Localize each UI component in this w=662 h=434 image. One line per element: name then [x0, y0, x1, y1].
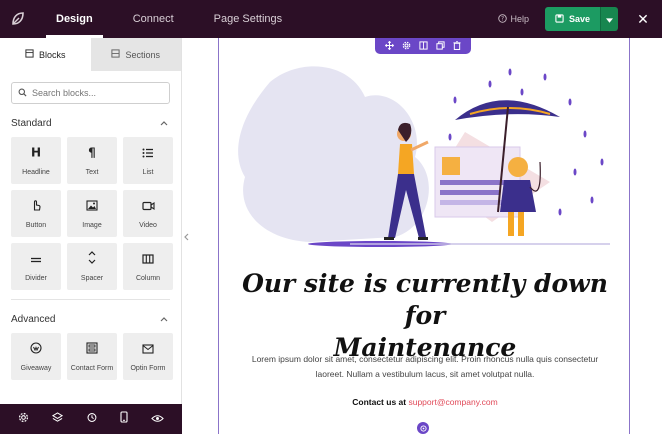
block-label: Headline: [22, 169, 50, 176]
chevron-up-icon: [160, 118, 168, 129]
block-label: Giveaway: [20, 365, 52, 372]
mobile-icon[interactable]: [120, 410, 128, 428]
floppy-disk-icon: [555, 13, 564, 25]
blocks-sidebar: Blocks Sections Standard H Headline ¶ Te…: [0, 38, 182, 434]
paragraph-icon: ¶: [86, 145, 98, 163]
contact-email-link[interactable]: support@company.com: [408, 397, 497, 407]
pointer-icon: [30, 198, 42, 216]
page-canvas: Our site is currently down for Maintenan…: [190, 38, 662, 434]
block-label: Image: [82, 222, 102, 229]
block-label: Button: [25, 222, 47, 229]
search-input[interactable]: [32, 88, 169, 98]
tab-blocks-label: Blocks: [38, 49, 66, 60]
block-divider[interactable]: Divider: [11, 243, 61, 290]
search-icon: [18, 84, 27, 102]
section-toolbar: [375, 38, 471, 54]
column-icon: [142, 251, 154, 269]
eye-icon[interactable]: [151, 410, 165, 428]
block-giveaway[interactable]: Giveaway: [11, 333, 61, 380]
seedprod-logo-icon[interactable]: [0, 0, 36, 38]
tab-page-settings[interactable]: Page Settings: [194, 0, 303, 38]
block-video[interactable]: Video: [123, 190, 173, 237]
contact-form-icon: [86, 341, 98, 359]
standard-section-title: Standard: [11, 117, 52, 129]
save-label: Save: [568, 14, 590, 24]
block-label: List: [142, 169, 154, 176]
tab-blocks[interactable]: Blocks: [0, 38, 91, 71]
page-headline[interactable]: Our site is currently down for Maintenan…: [230, 268, 620, 364]
gear-icon[interactable]: [402, 37, 411, 55]
collapse-sidebar-handle[interactable]: [182, 228, 190, 248]
block-label: Text: [85, 169, 99, 176]
top-bar: Design Connect Page Settings ? Help Save…: [0, 0, 662, 38]
search-box: [11, 82, 170, 104]
list-icon: [142, 145, 154, 163]
standard-section-header[interactable]: Standard: [0, 109, 181, 137]
block-text[interactable]: ¶ Text: [67, 137, 117, 184]
sidebar-tabs: Blocks Sections: [0, 38, 181, 71]
block-label: Contact Form: [70, 365, 114, 372]
save-options-dropdown[interactable]: [600, 7, 618, 31]
contact-label: Contact us at: [352, 397, 407, 407]
gear-icon[interactable]: [18, 410, 29, 428]
block-label: Column: [135, 275, 161, 282]
close-icon[interactable]: ✕: [632, 11, 654, 28]
plus-circle-icon: [419, 419, 427, 434]
duplicate-icon[interactable]: [436, 37, 445, 55]
trash-icon[interactable]: [453, 37, 461, 55]
block-image[interactable]: Image: [67, 190, 117, 237]
move-icon[interactable]: [384, 37, 395, 55]
sidebar-footer: [0, 404, 182, 434]
envelope-icon: [142, 341, 154, 359]
help-link[interactable]: ? Help: [498, 13, 529, 25]
help-label: Help: [510, 14, 529, 24]
page-body-text[interactable]: Lorem ipsum dolor sit amet, consectetur …: [240, 352, 610, 382]
caret-down-icon: [606, 10, 613, 28]
tab-sections-label: Sections: [125, 49, 161, 60]
divider-icon: [30, 251, 42, 269]
giveaway-icon: [30, 341, 42, 359]
block-contact-form[interactable]: Contact Form: [67, 333, 117, 380]
chevron-up-icon: [160, 314, 168, 325]
question-circle-icon: ?: [498, 13, 508, 25]
block-label: Spacer: [80, 275, 104, 282]
block-list[interactable]: List: [123, 137, 173, 184]
sections-icon: [111, 49, 121, 60]
block-label: Video: [139, 222, 157, 229]
block-button[interactable]: Button: [11, 190, 61, 237]
add-section-handle[interactable]: [417, 422, 429, 434]
block-column[interactable]: Column: [123, 243, 173, 290]
chevron-left-icon: [183, 233, 189, 243]
tab-design[interactable]: Design: [36, 0, 113, 38]
tab-connect[interactable]: Connect: [113, 0, 194, 38]
save-button[interactable]: Save: [544, 7, 600, 31]
tab-sections[interactable]: Sections: [90, 38, 181, 71]
advanced-section-title: Advanced: [11, 313, 56, 325]
maintenance-illustration: [238, 66, 610, 247]
block-label: Divider: [25, 275, 47, 282]
block-spacer[interactable]: Spacer: [67, 243, 117, 290]
columns-icon[interactable]: [419, 37, 428, 55]
block-optin-form[interactable]: Optin Form: [123, 333, 173, 380]
image-icon: [86, 198, 98, 216]
standard-blocks-grid: H Headline ¶ Text List Button Image Vide…: [0, 137, 181, 290]
contact-line[interactable]: Contact us at support@company.com: [230, 397, 620, 407]
block-label: Optin Form: [130, 365, 166, 372]
advanced-blocks-grid: Giveaway Contact Form Optin Form: [0, 333, 181, 380]
advanced-section-header[interactable]: Advanced: [0, 305, 181, 333]
svg-text:¶: ¶: [88, 146, 96, 158]
video-icon: [141, 198, 155, 216]
save-group: Save: [544, 7, 618, 31]
blocks-icon: [25, 49, 34, 60]
spacer-icon: [87, 251, 97, 269]
section-divider: [11, 299, 170, 300]
headline-line-1: Our site is currently down for: [242, 269, 608, 330]
history-icon[interactable]: [86, 410, 97, 428]
headline-icon: H: [30, 145, 42, 163]
block-headline[interactable]: H Headline: [11, 137, 61, 184]
svg-text:?: ?: [501, 16, 504, 22]
layers-icon[interactable]: [51, 410, 63, 428]
svg-text:H: H: [31, 146, 41, 158]
